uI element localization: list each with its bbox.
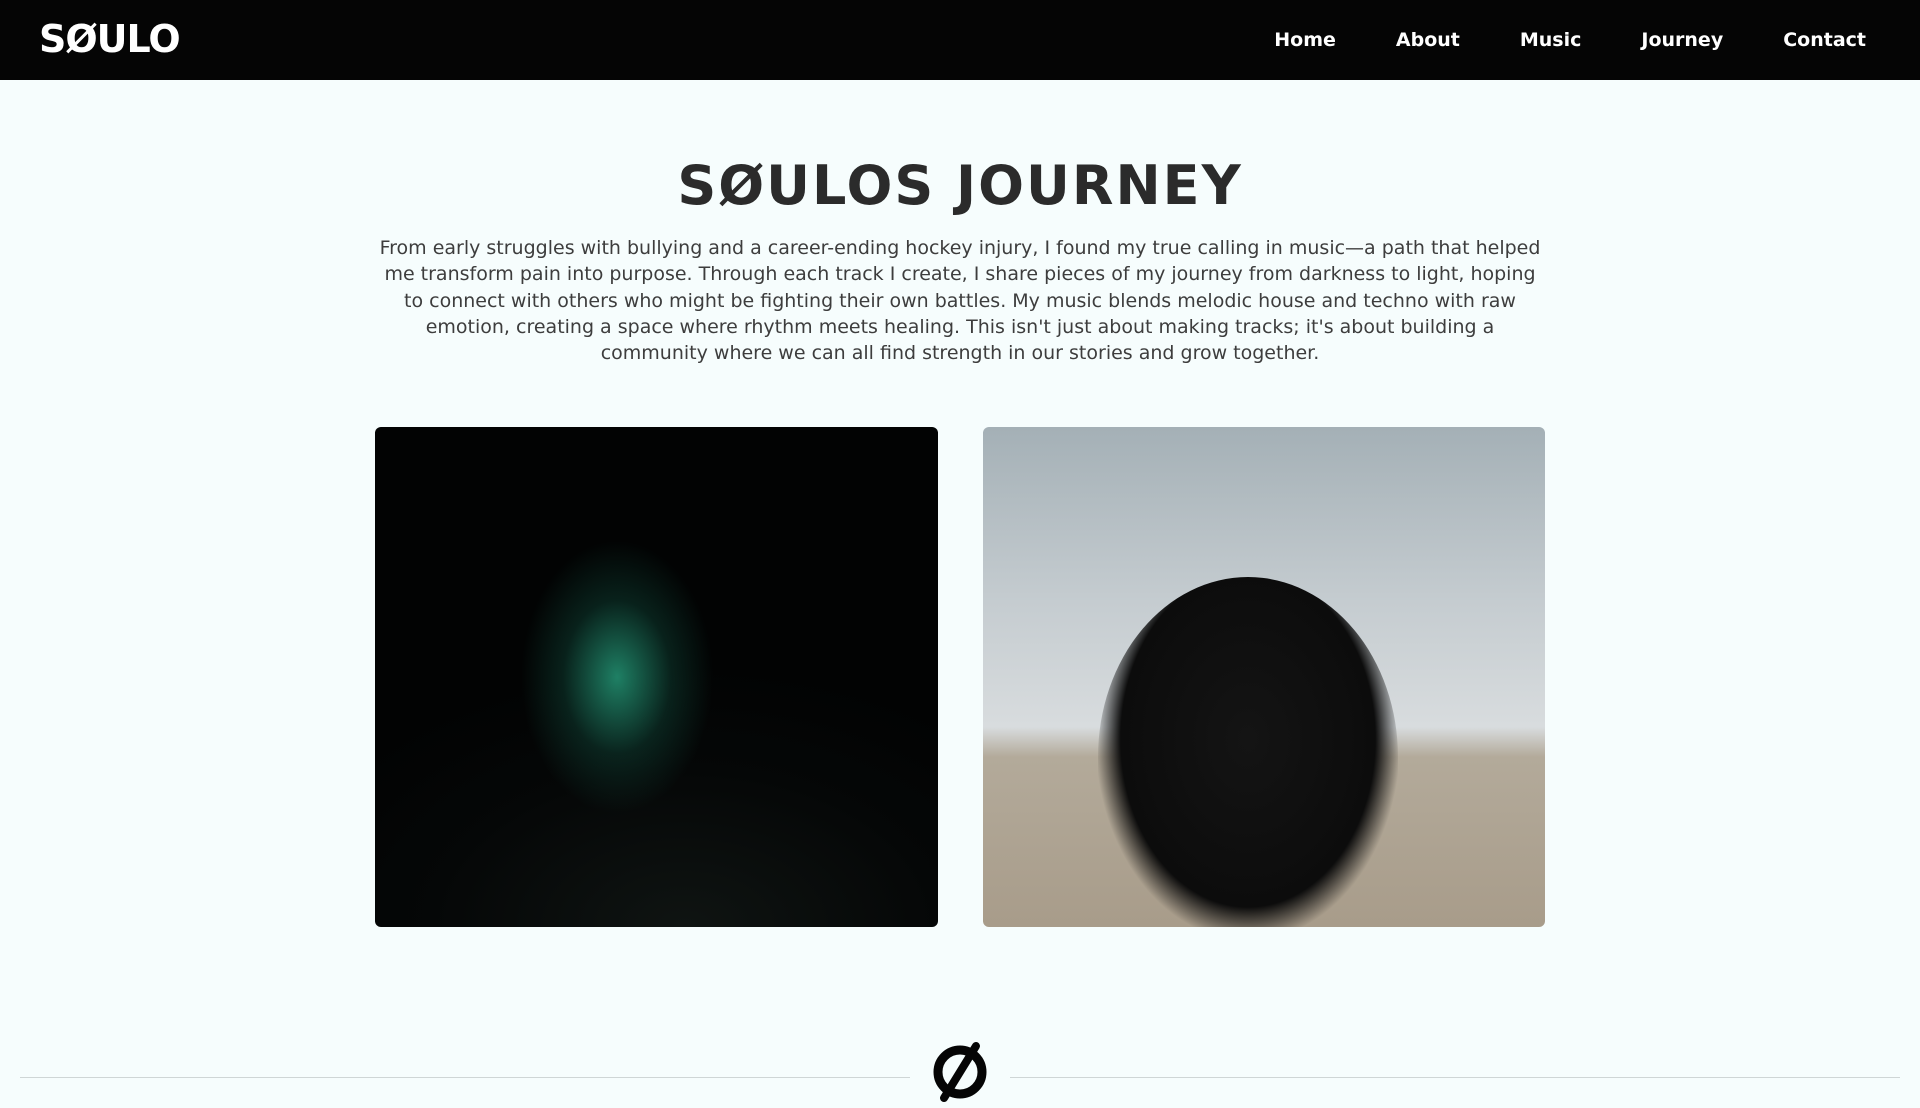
site-logo[interactable]: SØULO [39, 17, 181, 61]
nav-link-home[interactable]: Home [1274, 29, 1336, 51]
nav-link-journey[interactable]: Journey [1641, 29, 1723, 51]
journey-intro-text: From early struggles with bullying and a… [379, 237, 1541, 365]
main-nav: Home About Music Journey Contact [1214, 0, 1866, 80]
nav-link-about[interactable]: About [1396, 29, 1460, 51]
section-divider-left [20, 1077, 910, 1078]
soulo-emblem-icon [928, 1040, 992, 1104]
photo-artist-seated [983, 427, 1545, 927]
nav-link-music[interactable]: Music [1520, 29, 1582, 51]
page-title: SØULOS JOURNEY [677, 154, 1243, 217]
photo-backlit-silhouette [375, 427, 938, 927]
section-divider-right [1010, 1077, 1900, 1078]
nav-link-contact[interactable]: Contact [1783, 29, 1866, 51]
top-navigation-bar: SØULO Home About Music Journey Contact [0, 0, 1920, 80]
